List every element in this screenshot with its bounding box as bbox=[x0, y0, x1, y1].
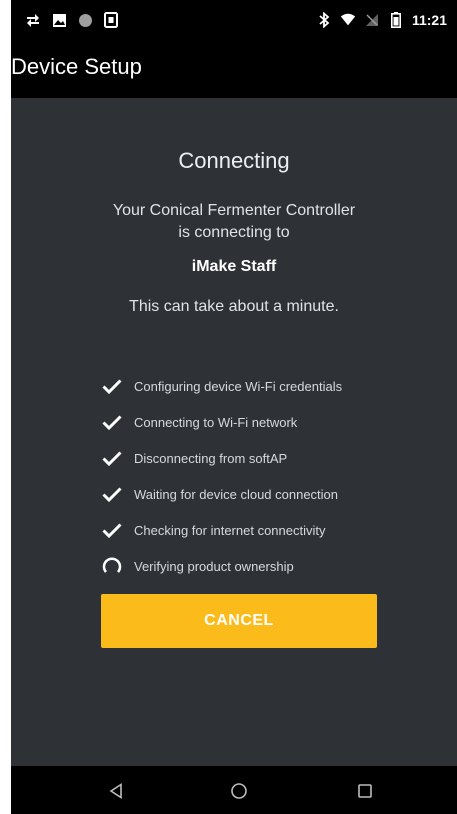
step-label: Configuring device Wi-Fi credentials bbox=[134, 378, 343, 394]
app-bar: Device Setup bbox=[11, 44, 457, 98]
list-item: Disconnecting from softAP bbox=[101, 440, 431, 476]
status-time: 11:21 bbox=[411, 12, 447, 28]
list-item: Waiting for device cloud connection bbox=[101, 476, 431, 512]
recents-icon[interactable] bbox=[354, 780, 376, 802]
step-label: Checking for internet connectivity bbox=[134, 522, 326, 538]
list-item: Configuring device Wi-Fi credentials bbox=[101, 368, 431, 404]
battery-icon bbox=[388, 12, 404, 28]
spinner-icon bbox=[101, 555, 123, 577]
cancel-button[interactable]: CANCEL bbox=[101, 594, 377, 648]
status-right-icons: 11:21 bbox=[316, 12, 447, 28]
check-icon bbox=[101, 411, 123, 433]
image-icon bbox=[51, 12, 67, 28]
circle-icon bbox=[77, 12, 93, 28]
check-icon bbox=[101, 447, 123, 469]
step-label: Connecting to Wi-Fi network bbox=[134, 414, 298, 430]
list-item: Verifying product ownership bbox=[101, 548, 431, 584]
step-label: Verifying product ownership bbox=[134, 558, 294, 574]
no-signal-icon bbox=[364, 12, 380, 28]
check-icon bbox=[101, 375, 123, 397]
wifi-icon bbox=[340, 12, 356, 28]
navigation-bar bbox=[11, 766, 457, 814]
sync-icon bbox=[25, 12, 41, 28]
setup-steps-list: Configuring device Wi-Fi credentials Con… bbox=[101, 368, 431, 584]
list-item: Checking for internet connectivity bbox=[101, 512, 431, 548]
sim-icon bbox=[103, 12, 119, 28]
status-bar: 11:21 bbox=[11, 0, 457, 44]
connecting-heading: Connecting bbox=[178, 148, 290, 173]
step-label: Disconnecting from softAP bbox=[134, 450, 288, 466]
check-icon bbox=[101, 519, 123, 541]
page-title: Device Setup bbox=[11, 54, 142, 79]
time-note: This can take about a minute. bbox=[129, 298, 339, 315]
step-label: Waiting for device cloud connection bbox=[134, 486, 339, 502]
home-icon[interactable] bbox=[228, 780, 250, 802]
phone-screen: 11:21 Device Setup Connecting Your Conic… bbox=[11, 0, 457, 814]
network-name: iMake Staff bbox=[191, 258, 277, 275]
list-item: Connecting to Wi-Fi network bbox=[101, 404, 431, 440]
bluetooth-icon bbox=[316, 12, 332, 28]
back-icon[interactable] bbox=[105, 780, 127, 802]
check-icon bbox=[101, 483, 123, 505]
main-content: Connecting Your Conical Fermenter Contro… bbox=[11, 98, 457, 766]
connecting-message: Your Conical Fermenter Controller is con… bbox=[112, 202, 356, 241]
status-left-icons bbox=[25, 12, 119, 28]
